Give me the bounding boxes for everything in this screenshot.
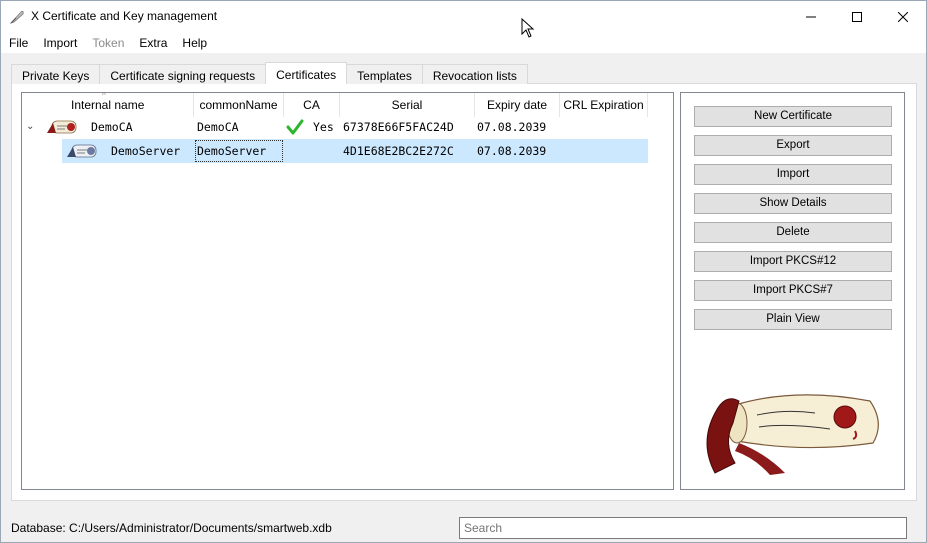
column-common-name[interactable]: commonName	[194, 93, 284, 117]
scroll-seal-emblem-icon	[706, 394, 879, 475]
check-icon	[286, 119, 304, 135]
minimize-button[interactable]	[788, 1, 834, 32]
column-expiry-date[interactable]: Expiry date	[475, 93, 560, 117]
close-button[interactable]	[880, 1, 926, 32]
window-title: X Certificate and Key management	[31, 9, 218, 23]
tab-templates[interactable]: Templates	[346, 64, 423, 84]
tree-row[interactable]: ⌄ DemoCA DemoCA Yes 67378E66F5FAC24D 07.…	[22, 115, 673, 139]
tab-certificates[interactable]: Certificates	[265, 62, 348, 84]
app-feather-icon	[9, 10, 24, 24]
tree-header: ^ Internal name commonName CA Serial Exp…	[22, 91, 673, 117]
minimize-icon	[806, 16, 816, 17]
column-ca[interactable]: CA	[284, 93, 340, 117]
tab-private-keys[interactable]: Private Keys	[11, 64, 101, 84]
show-details-button[interactable]: Show Details	[694, 193, 892, 214]
close-icon	[898, 11, 908, 22]
action-panel: New Certificate Export Import Show Detai…	[680, 92, 905, 490]
search-input[interactable]	[459, 517, 907, 539]
row-serial: 4D1E68E2BC2E272C	[343, 144, 454, 158]
plain-view-button[interactable]: Plain View	[694, 309, 892, 330]
import-pkcs12-button[interactable]: Import PKCS#12	[694, 251, 892, 272]
column-crl-expiration[interactable]: CRL Expiration	[560, 93, 648, 117]
database-path: Database: C:/Users/Administrator/Documen…	[11, 521, 332, 535]
menu-extra[interactable]: Extra	[131, 32, 174, 53]
menu-file[interactable]: File	[1, 32, 35, 53]
menu-token[interactable]: Token	[84, 32, 131, 53]
row-serial: 67378E66F5FAC24D	[343, 120, 454, 134]
title-bar[interactable]: X Certificate and Key management	[1, 1, 926, 32]
certificate-tree[interactable]: ^ Internal name commonName CA Serial Exp…	[21, 91, 674, 490]
import-pkcs7-button[interactable]: Import PKCS#7	[694, 280, 892, 301]
menu-bar: File Import Token Extra Help	[1, 32, 926, 53]
column-serial[interactable]: Serial	[340, 93, 475, 117]
ca-certificate-icon	[47, 120, 77, 134]
delete-button[interactable]: Delete	[694, 222, 892, 243]
row-common-name: DemoCA	[197, 120, 239, 134]
row-expiry: 07.08.2039	[477, 144, 547, 158]
row-common-name: DemoServer	[197, 144, 267, 158]
column-internal-name-label: Internal name	[71, 98, 145, 112]
column-internal-name[interactable]: ^ Internal name	[22, 91, 194, 117]
row-expiry: 07.08.2039	[477, 120, 547, 134]
tab-revocation-lists[interactable]: Revocation lists	[421, 64, 528, 84]
app-window: X Certificate and Key management File Im…	[0, 0, 927, 543]
mouse-cursor-icon	[521, 18, 535, 38]
row-internal-name: DemoServer	[111, 144, 181, 158]
chevron-down-icon[interactable]: ⌄	[26, 121, 34, 132]
maximize-icon	[852, 11, 862, 22]
certificate-icon	[67, 144, 97, 158]
row-ca: Yes	[313, 120, 334, 134]
import-button[interactable]: Import	[694, 164, 892, 185]
new-certificate-button[interactable]: New Certificate	[694, 106, 892, 127]
maximize-button[interactable]	[834, 1, 880, 32]
tab-bar: Private Keys Certificate signing request…	[11, 62, 528, 84]
menu-help[interactable]: Help	[174, 32, 214, 53]
tab-csr[interactable]: Certificate signing requests	[99, 64, 267, 84]
row-internal-name: DemoCA	[91, 120, 133, 134]
export-button[interactable]: Export	[694, 135, 892, 156]
tree-row[interactable]: DemoServer DemoServer 4D1E68E2BC2E272C 0…	[22, 139, 673, 163]
menu-import[interactable]: Import	[35, 32, 84, 53]
